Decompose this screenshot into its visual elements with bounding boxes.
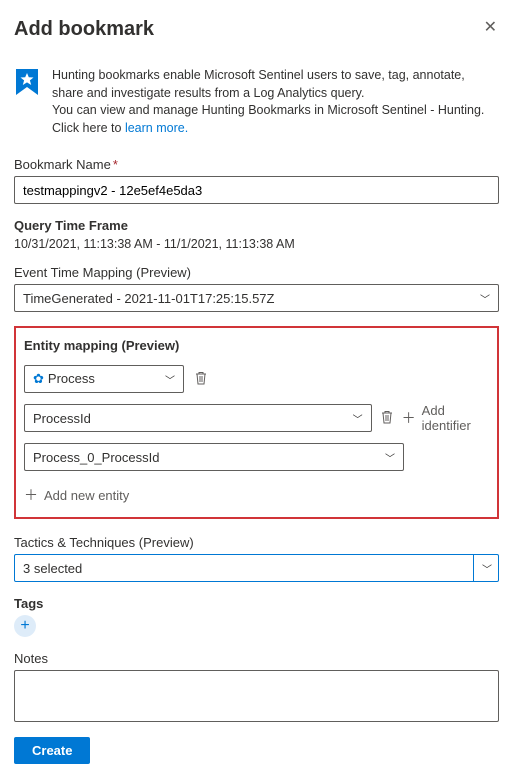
plus-icon: ＋ [24,485,38,505]
entity-mapping-section: Entity mapping (Preview) ✿ Process ﹀ Proc… [14,326,499,519]
info-line2: You can view and manage Hunting Bookmark… [52,103,484,135]
add-entity-label: Add new entity [44,488,129,503]
chevron-down-icon: ﹀ [482,561,492,576]
info-text: Hunting bookmarks enable Microsoft Senti… [52,67,499,137]
close-icon[interactable]: ✕ [482,18,499,38]
add-tag-button[interactable]: + [14,615,36,637]
tactics-label: Tactics & Techniques (Preview) [14,535,499,550]
tactics-value: 3 selected [23,561,82,576]
bookmark-name-label: Bookmark Name* [14,157,499,172]
delete-entity-icon[interactable] [194,371,208,388]
add-identifier-button[interactable]: ＋ Add identifier [402,403,489,433]
query-timeframe-label: Query Time Frame [14,218,499,233]
chevron-down-icon: ﹀ [353,411,363,426]
create-button[interactable]: Create [14,737,90,764]
notes-textarea[interactable] [14,670,499,722]
plus-icon: ＋ [402,408,416,428]
notes-label: Notes [14,651,499,666]
plus-icon: + [20,617,29,635]
tags-label: Tags [14,596,499,611]
delete-identifier-icon[interactable] [380,410,394,427]
learn-more-link[interactable]: learn more. [125,121,188,135]
entity-type-select[interactable]: ✿ Process ﹀ [24,365,184,393]
column-select[interactable]: Process_0_ProcessId ﹀ [24,443,404,471]
query-timeframe-value: 10/31/2021, 11:13:38 AM - 11/1/2021, 11:… [14,237,499,251]
chevron-down-icon: ﹀ [385,450,395,465]
column-value: Process_0_ProcessId [33,450,159,465]
required-star: * [113,157,118,172]
panel-title: Add bookmark [14,18,154,41]
info-line1: Hunting bookmarks enable Microsoft Senti… [52,68,465,100]
event-time-label: Event Time Mapping (Preview) [14,265,499,280]
entity-type-value: Process [48,371,95,386]
add-identifier-label: Add identifier [422,403,489,433]
chevron-down-icon: ﹀ [480,291,490,306]
event-time-select[interactable]: TimeGenerated - 2021-11-01T17:25:15.57Z … [14,284,499,312]
identifier-select[interactable]: ProcessId ﹀ [24,404,372,432]
tactics-select[interactable]: 3 selected ﹀ [14,554,499,582]
event-time-value: TimeGenerated - 2021-11-01T17:25:15.57Z [23,291,274,306]
bookmark-icon [14,67,40,137]
chevron-down-icon: ﹀ [165,372,175,387]
identifier-value: ProcessId [33,411,91,426]
gear-icon: ✿ [33,371,44,386]
bookmark-name-input[interactable] [14,176,499,204]
add-new-entity-button[interactable]: ＋ Add new entity [24,485,489,505]
entity-mapping-title: Entity mapping (Preview) [24,338,489,353]
